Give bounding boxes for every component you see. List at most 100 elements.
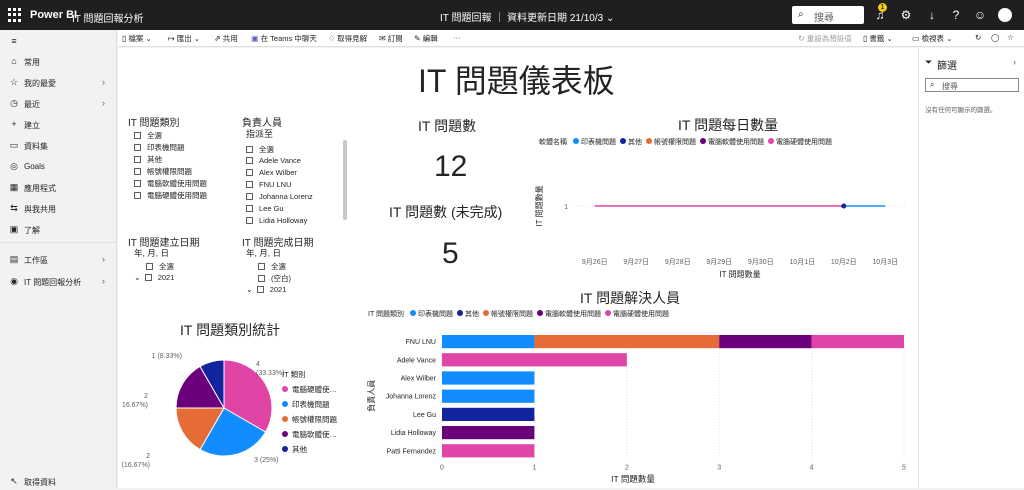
checkbox[interactable] bbox=[134, 180, 141, 187]
nav-collapse-button[interactable]: ≡ bbox=[0, 32, 117, 50]
brand-name[interactable]: Power BI bbox=[30, 9, 77, 21]
checkbox[interactable] bbox=[256, 286, 264, 293]
feedback-icon[interactable]: ☺ bbox=[972, 7, 988, 23]
legend-item[interactable]: 印表機問題 bbox=[581, 139, 616, 146]
checkbox[interactable] bbox=[258, 275, 265, 282]
legend-item[interactable]: 電腦硬體使… bbox=[282, 384, 362, 395]
slicer-option[interactable]: ⌄ 2021 bbox=[246, 285, 286, 294]
nav-item-datasets[interactable]: ▭ 資料集 bbox=[0, 136, 117, 154]
legend-item[interactable]: 帳號權限問題 bbox=[491, 311, 533, 318]
more-options-button[interactable]: ··· bbox=[453, 33, 461, 42]
slicer-option[interactable]: Lee Gu bbox=[246, 204, 284, 213]
slicer-option[interactable]: 電腦硬體使用問題 bbox=[134, 190, 207, 201]
avatar[interactable] bbox=[998, 8, 1012, 22]
slicer-option[interactable]: Johanna Lorenz bbox=[246, 192, 313, 201]
nav-item-home[interactable]: ⌂ 常用 bbox=[0, 52, 117, 70]
slicer-option[interactable]: 帳號權限問題 bbox=[134, 166, 192, 177]
file-menu[interactable]: ▯ 檔案 ⌄ bbox=[122, 33, 152, 44]
checkbox[interactable] bbox=[134, 132, 141, 139]
nav-item-recent[interactable]: ◷ 最近 › bbox=[0, 94, 117, 112]
refresh-icon[interactable]: ↻ bbox=[975, 33, 981, 42]
checkbox[interactable] bbox=[134, 192, 141, 199]
chevron-right-icon[interactable]: › bbox=[1013, 57, 1016, 67]
slicer-option[interactable]: 其他 bbox=[134, 154, 162, 165]
legend-item[interactable]: 其他 bbox=[465, 311, 479, 318]
search-input[interactable]: ⌕ 搜尋 bbox=[792, 6, 864, 24]
checkbox[interactable] bbox=[246, 181, 253, 188]
workspace-name[interactable]: IT 問題回報分析 bbox=[72, 10, 143, 25]
nav-item-shared[interactable]: ⇆ 與我共用 bbox=[0, 199, 117, 217]
slicer-option[interactable]: 全選 bbox=[258, 261, 286, 272]
teams-label: 在 Teams 中聊天 bbox=[260, 34, 317, 43]
checkbox[interactable] bbox=[246, 217, 253, 224]
legend-item[interactable]: 印表機問題 bbox=[418, 311, 453, 318]
app-launcher-icon[interactable] bbox=[8, 8, 22, 22]
legend-item[interactable]: 電腦軟體使… bbox=[282, 429, 362, 440]
slicer-option[interactable]: FNU LNU bbox=[246, 180, 292, 189]
slicer-option[interactable]: Lidia Holloway bbox=[246, 216, 307, 225]
nav-item-current-workspace[interactable]: ◉ IT 問題回報分析 › bbox=[0, 272, 117, 290]
filter-search-input[interactable]: ⌕ 搜尋 bbox=[925, 78, 1019, 92]
slicer-option[interactable]: 全選 bbox=[146, 261, 174, 272]
export-menu[interactable]: ↦ 匯出 ⌄ bbox=[168, 33, 200, 44]
checkbox[interactable] bbox=[144, 274, 152, 281]
nav-item-create[interactable]: + 建立 bbox=[0, 115, 117, 133]
checkbox[interactable] bbox=[258, 263, 265, 270]
slicer-option[interactable]: 電腦軟體使用問題 bbox=[134, 178, 207, 189]
slicer-option[interactable]: 全選 bbox=[246, 144, 274, 155]
bar-segment bbox=[442, 407, 535, 421]
comment-icon[interactable]: ◯ bbox=[991, 33, 999, 42]
chevron-down-icon[interactable]: ⌄ bbox=[246, 285, 253, 294]
slicer-option[interactable]: 全選 bbox=[134, 130, 162, 141]
legend-item[interactable]: 電腦硬體使用問題 bbox=[613, 311, 669, 318]
checkbox[interactable] bbox=[246, 146, 253, 153]
slicer-scrollbar[interactable] bbox=[343, 140, 347, 220]
legend-item[interactable]: 帳號權限問題 bbox=[654, 139, 696, 146]
settings-icon[interactable]: ⚙ bbox=[898, 7, 914, 23]
legend-item[interactable]: 電腦軟體使用問題 bbox=[545, 311, 601, 318]
checkbox[interactable] bbox=[134, 168, 141, 175]
checkbox[interactable] bbox=[246, 193, 253, 200]
checkbox[interactable] bbox=[134, 156, 141, 163]
checkbox[interactable] bbox=[134, 144, 141, 151]
bar-chart-legend: IT 問題類別 印表機問題 其他 帳號權限問題 電腦軟體使用問題 電腦硬體使用問題 bbox=[368, 309, 669, 319]
checkbox[interactable] bbox=[246, 157, 253, 164]
x-axis-label: IT 問題數量 bbox=[719, 269, 760, 279]
checkbox[interactable] bbox=[146, 263, 153, 270]
nav-item-favorites[interactable]: ☆ 我的最愛 › bbox=[0, 73, 117, 91]
legend-item[interactable]: 電腦硬體使用問題 bbox=[776, 139, 832, 146]
slicer-option[interactable]: Alex Wilber bbox=[246, 168, 297, 177]
checkbox[interactable] bbox=[246, 205, 253, 212]
bookmarks-menu[interactable]: ▯ 書籤 ⌄ bbox=[863, 33, 893, 44]
report-title-dropdown[interactable]: IT 問題回報 ｜ 資料更新日期 21/10/3 ⌄ bbox=[440, 9, 614, 24]
legend-item[interactable]: 印表機問題 bbox=[282, 399, 362, 410]
legend-dot bbox=[572, 138, 579, 144]
slicer-option-label: Lee Gu bbox=[259, 204, 284, 213]
nav-item-goals[interactable]: ◎ Goals bbox=[0, 157, 117, 175]
reset-default-button[interactable]: ↻ 重設為預設值 bbox=[798, 33, 852, 44]
help-icon[interactable]: ? bbox=[948, 7, 964, 23]
slicer-option[interactable]: 印表機問題 bbox=[134, 142, 185, 153]
edit-button[interactable]: ✎ 編輯 bbox=[414, 33, 438, 44]
insights-button[interactable]: ♢ 取得見解 bbox=[328, 33, 367, 44]
legend-item[interactable]: 其他 bbox=[282, 444, 362, 455]
get-data-button[interactable]: ↖ 取得資料 bbox=[0, 472, 117, 490]
slicer-option[interactable]: (空白) bbox=[258, 273, 291, 284]
nav-item-learn[interactable]: ▣ 了解 bbox=[0, 220, 117, 238]
download-icon[interactable]: ↓ bbox=[924, 7, 940, 23]
chevron-down-icon[interactable]: ⌄ bbox=[134, 273, 141, 282]
slicer-option[interactable]: Adele Vance bbox=[246, 156, 301, 165]
slicer-option-label: (空白) bbox=[271, 274, 291, 283]
favorite-icon[interactable]: ☆ bbox=[1007, 33, 1014, 42]
subscribe-button[interactable]: ✉ 訂閱 bbox=[379, 33, 403, 44]
legend-item[interactable]: 電腦軟體使用問題 bbox=[708, 139, 764, 146]
view-menu[interactable]: ▭ 檢視表 ⌄ bbox=[912, 33, 952, 44]
share-button[interactable]: ⇗ 共用 bbox=[214, 33, 238, 44]
checkbox[interactable] bbox=[246, 169, 253, 176]
slicer-option[interactable]: ⌄ 2021 bbox=[134, 273, 174, 282]
teams-chat-button[interactable]: ▣ 在 Teams 中聊天 bbox=[251, 33, 317, 44]
legend-item[interactable]: 帳號權限問題 bbox=[282, 414, 362, 425]
legend-item[interactable]: 其他 bbox=[628, 139, 642, 146]
nav-item-apps[interactable]: ▦ 應用程式 bbox=[0, 178, 117, 196]
nav-item-workspaces[interactable]: ▤ 工作區 › bbox=[0, 250, 117, 268]
